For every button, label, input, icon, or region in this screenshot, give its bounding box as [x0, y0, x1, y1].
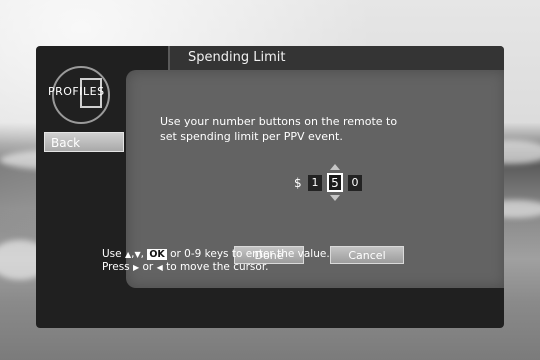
- help-line-1: Use ▲,▼, OK or 0-9 keys to enter the val…: [102, 248, 330, 260]
- help-press-word: Press: [102, 261, 130, 273]
- down-arrow-icon: ▼: [134, 250, 141, 259]
- help-line-2: Press ▶ or ◀ to move the cursor.: [102, 261, 462, 274]
- back-button[interactable]: Back: [44, 132, 124, 152]
- currency-symbol: $: [294, 176, 302, 190]
- instruction-line-2: set spending limit per PPV event.: [160, 130, 343, 143]
- digit-hundreds[interactable]: 1: [308, 175, 322, 191]
- right-arrow-icon: ▶: [132, 263, 140, 272]
- tv-screen: Spending Limit PROFILES Back Use your nu…: [0, 0, 540, 360]
- up-arrow-icon: ▲: [124, 250, 132, 259]
- logo-text: PROFILES: [48, 85, 105, 98]
- spending-limit-entry[interactable]: $ 1 5 0: [294, 164, 414, 204]
- back-button-label: Back: [51, 136, 81, 150]
- left-arrow-icon: ◀: [156, 263, 163, 272]
- ok-key-icon: OK: [147, 249, 167, 260]
- increment-arrow-icon[interactable]: [330, 164, 340, 170]
- help-or-word: or: [142, 261, 154, 273]
- page-title: Spending Limit: [188, 50, 286, 65]
- help-text: Use ▲,▼, OK or 0-9 keys to enter the val…: [102, 248, 462, 274]
- menu-frame: Spending Limit PROFILES Back Use your nu…: [36, 46, 504, 328]
- help-line-2-text: to move the cursor.: [166, 261, 269, 273]
- digit-tens-selected[interactable]: 5: [327, 173, 343, 192]
- digit-ones[interactable]: 0: [348, 175, 362, 191]
- title-bar: Spending Limit: [168, 46, 504, 70]
- instruction-line-1: Use your number buttons on the remote to: [160, 115, 398, 128]
- help-use-word: Use: [102, 248, 122, 260]
- instruction-text: Use your number buttons on the remote to…: [160, 114, 490, 144]
- decrement-arrow-icon[interactable]: [330, 195, 340, 201]
- profiles-logo: PROFILES: [46, 66, 124, 124]
- help-line-1-text: or 0-9 keys to enter the value.: [170, 248, 330, 260]
